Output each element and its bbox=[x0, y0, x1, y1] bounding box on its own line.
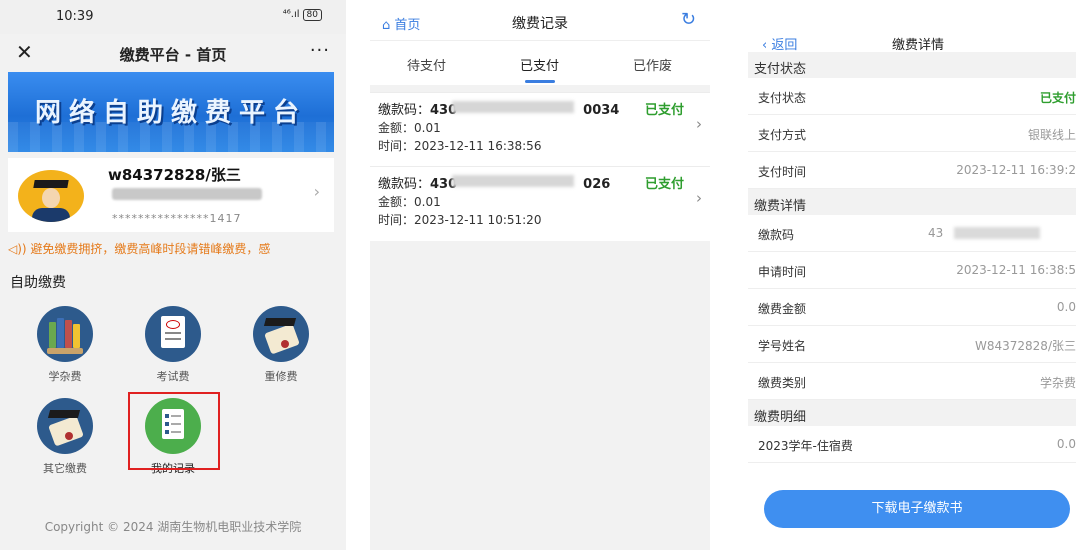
detail-row: 支付状态 已支付 bbox=[748, 78, 1076, 115]
signal-icon: ⁴⁶.ıl 80 bbox=[283, 9, 322, 21]
record-amount: 金额：0.01 bbox=[378, 121, 441, 135]
item-label: 考试费 bbox=[156, 370, 190, 383]
record-time: 时间：2023-12-11 16:38:56 bbox=[378, 139, 542, 153]
banner-title: 网络自助缴费平台 bbox=[34, 98, 307, 128]
tab-indicator bbox=[525, 80, 555, 83]
detail-row: 支付时间 2023-12-11 16:39:2 bbox=[748, 152, 1076, 189]
chevron-right-icon: › bbox=[696, 189, 702, 207]
exam-paper-icon bbox=[145, 306, 201, 362]
record-amount: 金额：0.01 bbox=[378, 195, 441, 209]
section-header: 缴费详情 bbox=[748, 189, 1076, 215]
records-nav: ⌂ 首页 缴费记录 ↻ bbox=[370, 0, 710, 41]
item-label: 其它缴费 bbox=[43, 462, 87, 475]
item-label: 重修费 bbox=[264, 370, 298, 383]
user-card[interactable]: w84372828/张三 ***************1417 › bbox=[8, 158, 334, 232]
item-label: 学杂费 bbox=[48, 370, 82, 383]
banner: 网络自助缴费平台 bbox=[8, 72, 334, 152]
record-time: 时间：2023-12-11 10:51:20 bbox=[378, 213, 542, 227]
user-id: ***************1417 bbox=[112, 212, 242, 225]
status-badge: 已支付 bbox=[644, 177, 684, 192]
detail-row: 2023学年-住宿费 0.0 bbox=[748, 426, 1076, 463]
user-name: w84372828/张三 bbox=[108, 166, 241, 184]
diploma-icon bbox=[253, 306, 309, 362]
detail-row: 缴费类别 学杂费 bbox=[748, 363, 1076, 400]
tab-paid[interactable]: 已支付 bbox=[483, 55, 596, 74]
more-icon[interactable]: ··· bbox=[310, 40, 330, 61]
diploma-icon bbox=[37, 398, 93, 454]
section-header: 支付状态 bbox=[748, 52, 1076, 78]
retake-fee-button[interactable]: 重修费 bbox=[236, 306, 326, 384]
redacted-code bbox=[452, 101, 574, 113]
status-value: 已支付 bbox=[1039, 91, 1076, 105]
tab-voided[interactable]: 已作废 bbox=[596, 55, 709, 74]
highlight-box bbox=[128, 392, 220, 470]
record-item[interactable]: 缴款码：430 026 已支付 金额：0.01 时间：2023-12-11 10:… bbox=[370, 166, 710, 241]
notice-marquee: ◁)) 避免缴费拥挤，缴费高峰时段请错峰缴费，感 bbox=[8, 242, 271, 256]
redacted-info bbox=[112, 188, 262, 200]
detail-nav: ‹ 返回 缴费详情 bbox=[748, 0, 1076, 53]
status-badge: 已支付 bbox=[644, 103, 684, 118]
home-panel: 10:39 ⁴⁶.ıl 80 ✕ 缴费平台 - 首页 ··· 网络自助缴费平台 w… bbox=[0, 0, 346, 550]
detail-row: 缴款码 43 bbox=[748, 215, 1076, 252]
page-title: 缴费详情 bbox=[892, 38, 945, 53]
page-title: 缴费平台 - 首页 bbox=[119, 46, 227, 64]
redacted-code bbox=[452, 175, 574, 187]
section-header: 缴费明细 bbox=[748, 400, 1076, 426]
record-item[interactable]: 缴款码：430 0034 已支付 金额：0.01 时间：2023-12-11 16… bbox=[370, 92, 710, 167]
detail-row: 支付方式 银联线上 bbox=[748, 115, 1076, 152]
books-icon bbox=[37, 306, 93, 362]
clock: 10:39 bbox=[56, 9, 94, 24]
status-bar: 10:39 ⁴⁶.ıl 80 bbox=[0, 0, 346, 34]
refresh-icon[interactable]: ↻ bbox=[681, 9, 696, 30]
tab-pending[interactable]: 待支付 bbox=[370, 55, 483, 74]
page-title: 缴费记录 bbox=[512, 16, 568, 32]
chevron-right-icon: › bbox=[696, 115, 702, 133]
section-title: 自助缴费 bbox=[10, 275, 66, 291]
battery-icon: 80 bbox=[302, 9, 322, 21]
records-panel: ⌂ 首页 缴费记录 ↻ 待支付 已支付 已作废 缴款码：430 0034 已支付 … bbox=[370, 0, 710, 550]
top-nav: ✕ 缴费平台 - 首页 ··· bbox=[0, 34, 346, 72]
other-fee-button[interactable]: 其它缴费 bbox=[20, 398, 110, 476]
detail-row: 申请时间 2023-12-11 16:38:5 bbox=[748, 252, 1076, 289]
chevron-right-icon: › bbox=[313, 182, 320, 201]
detail-row: 学号姓名 W84372828/张三 bbox=[748, 326, 1076, 363]
footer-copyright: Copyright © 2024 湖南生物机电职业技术学院 bbox=[44, 520, 302, 534]
tuition-fee-button[interactable]: 学杂费 bbox=[20, 306, 110, 384]
redacted-code bbox=[954, 227, 1040, 239]
avatar bbox=[18, 170, 84, 222]
back-button[interactable]: ‹ 返回 bbox=[762, 34, 797, 53]
exam-fee-button[interactable]: 考试费 bbox=[128, 306, 218, 384]
detail-panel: ‹ 返回 缴费详情 支付状态 支付状态 已支付 支付方式 银联线上 支付时间 2… bbox=[748, 0, 1076, 550]
status-tabs: 待支付 已支付 已作废 bbox=[370, 41, 710, 85]
detail-row: 缴费金额 0.0 bbox=[748, 289, 1076, 326]
download-receipt-button[interactable]: 下载电子缴款书 bbox=[764, 490, 1070, 528]
